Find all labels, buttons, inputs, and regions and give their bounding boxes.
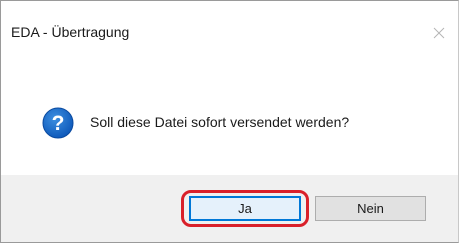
button-bar: Ja Nein: [1, 175, 458, 242]
no-button[interactable]: Nein: [315, 196, 426, 221]
dialog-content: ? Soll diese Datei sofort versendet werd…: [1, 61, 458, 175]
title-bar: EDA - Übertragung: [1, 1, 458, 61]
question-icon: ?: [42, 107, 74, 139]
dialog-message: Soll diese Datei sofort versendet werden…: [90, 114, 350, 130]
yes-button[interactable]: Ja: [189, 196, 301, 221]
close-icon: [433, 27, 445, 39]
dialog-window: EDA - Übertragung ? Soll diese Datei sof…: [0, 0, 459, 243]
window-title: EDA - Übertragung: [11, 24, 130, 40]
close-button[interactable]: [423, 17, 455, 49]
svg-text:?: ?: [52, 112, 65, 135]
